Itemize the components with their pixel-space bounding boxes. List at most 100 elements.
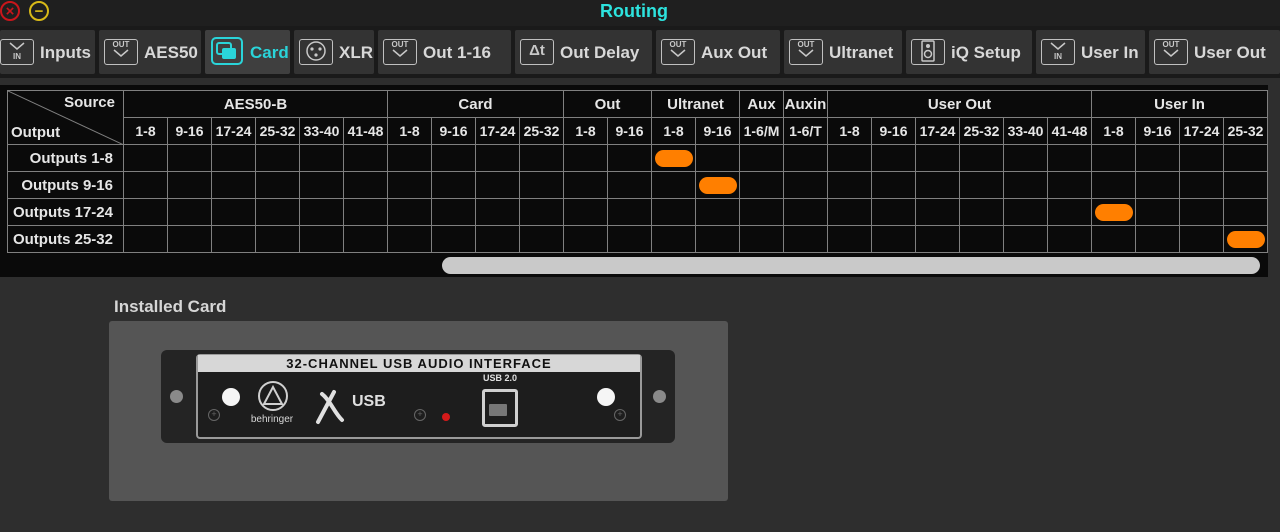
horizontal-scrollbar[interactable]	[442, 257, 1260, 274]
routing-cell[interactable]	[299, 171, 344, 199]
routing-cell[interactable]	[1047, 144, 1092, 172]
routing-cell[interactable]	[1091, 171, 1136, 199]
routing-cell[interactable]	[431, 198, 476, 226]
tab-aux-out[interactable]: OUT Aux Out	[656, 30, 780, 74]
routing-cell[interactable]	[1047, 171, 1092, 199]
routing-cell[interactable]	[255, 225, 300, 253]
routing-cell[interactable]	[431, 225, 476, 253]
routing-cell[interactable]	[123, 225, 168, 253]
routing-cell[interactable]	[959, 225, 1004, 253]
routing-cell[interactable]	[739, 225, 784, 253]
routing-cell[interactable]	[123, 144, 168, 172]
routing-cell[interactable]	[871, 198, 916, 226]
tab-iq-setup[interactable]: iQ Setup	[906, 30, 1032, 74]
routing-cell[interactable]	[563, 225, 608, 253]
routing-cell[interactable]	[299, 225, 344, 253]
routing-cell[interactable]	[607, 198, 652, 226]
routing-cell[interactable]	[343, 144, 388, 172]
routing-cell[interactable]	[959, 171, 1004, 199]
routing-cell[interactable]	[871, 144, 916, 172]
tab-user-in[interactable]: IN User In	[1036, 30, 1145, 74]
routing-cell[interactable]	[651, 171, 696, 199]
routing-cell[interactable]	[607, 171, 652, 199]
routing-cell[interactable]	[827, 225, 872, 253]
routing-cell[interactable]	[1223, 171, 1268, 199]
routing-cell[interactable]	[1091, 144, 1136, 172]
routing-cell[interactable]	[827, 198, 872, 226]
tab-aes50[interactable]: OUT AES50	[99, 30, 201, 74]
routing-cell[interactable]	[519, 171, 564, 199]
routing-cell[interactable]	[343, 198, 388, 226]
routing-cell[interactable]	[211, 144, 256, 172]
tab-ultranet[interactable]: OUT Ultranet	[784, 30, 902, 74]
routing-cell[interactable]	[1003, 198, 1048, 226]
routing-cell[interactable]	[915, 198, 960, 226]
tab-out-1-16[interactable]: OUT Out 1-16	[378, 30, 511, 74]
routing-cell[interactable]	[299, 144, 344, 172]
routing-cell[interactable]	[695, 144, 740, 172]
routing-cell[interactable]	[1003, 225, 1048, 253]
routing-cell[interactable]	[1179, 225, 1224, 253]
routing-cell[interactable]	[739, 171, 784, 199]
routing-cell[interactable]	[475, 171, 520, 199]
routing-cell[interactable]	[871, 171, 916, 199]
tab-card[interactable]: Card	[205, 30, 290, 74]
routing-cell[interactable]	[343, 171, 388, 199]
routing-cell[interactable]	[387, 198, 432, 226]
routing-cell[interactable]	[211, 225, 256, 253]
routing-cell[interactable]	[1223, 198, 1268, 226]
routing-cell[interactable]	[1179, 171, 1224, 199]
routing-cell[interactable]	[651, 225, 696, 253]
routing-cell[interactable]	[915, 171, 960, 199]
routing-cell[interactable]	[915, 144, 960, 172]
routing-cell[interactable]	[607, 225, 652, 253]
routing-cell[interactable]	[651, 198, 696, 226]
routing-cell[interactable]	[695, 198, 740, 226]
routing-cell[interactable]	[343, 225, 388, 253]
routing-cell[interactable]	[827, 171, 872, 199]
routing-cell[interactable]	[211, 171, 256, 199]
routing-cell[interactable]	[1003, 144, 1048, 172]
routing-cell[interactable]	[387, 225, 432, 253]
routing-cell[interactable]	[1223, 144, 1268, 172]
routing-cell[interactable]	[167, 144, 212, 172]
tab-user-out[interactable]: OUT User Out	[1149, 30, 1280, 74]
routing-cell[interactable]	[475, 225, 520, 253]
routing-cell[interactable]	[123, 171, 168, 199]
routing-cell[interactable]	[827, 144, 872, 172]
routing-cell[interactable]	[871, 225, 916, 253]
routing-cell[interactable]	[167, 225, 212, 253]
routing-cell[interactable]	[299, 198, 344, 226]
routing-cell[interactable]	[563, 144, 608, 172]
routing-cell[interactable]	[519, 144, 564, 172]
routing-cell[interactable]	[563, 198, 608, 226]
routing-cell[interactable]	[959, 144, 1004, 172]
routing-cell[interactable]	[387, 171, 432, 199]
routing-cell[interactable]	[1135, 225, 1180, 253]
routing-cell[interactable]	[211, 198, 256, 226]
routing-cell[interactable]	[739, 198, 784, 226]
routing-cell[interactable]	[1135, 144, 1180, 172]
routing-cell[interactable]	[783, 144, 828, 172]
active-route-indicator[interactable]	[655, 150, 693, 167]
routing-cell[interactable]	[695, 225, 740, 253]
routing-cell[interactable]	[783, 198, 828, 226]
tab-inputs[interactable]: IN Inputs	[0, 30, 95, 74]
routing-cell[interactable]	[167, 198, 212, 226]
routing-cell[interactable]	[519, 198, 564, 226]
routing-cell[interactable]	[563, 171, 608, 199]
active-route-indicator[interactable]	[699, 177, 737, 194]
routing-cell[interactable]	[1179, 198, 1224, 226]
routing-cell[interactable]	[387, 144, 432, 172]
routing-cell[interactable]	[1179, 144, 1224, 172]
routing-cell[interactable]	[255, 171, 300, 199]
routing-cell[interactable]	[1091, 225, 1136, 253]
tab-out-delay[interactable]: Δt Out Delay	[515, 30, 652, 74]
routing-cell[interactable]	[1003, 171, 1048, 199]
routing-cell[interactable]	[783, 171, 828, 199]
tab-xlr[interactable]: XLR	[294, 30, 374, 74]
routing-cell[interactable]	[1047, 198, 1092, 226]
routing-cell[interactable]	[475, 198, 520, 226]
routing-cell[interactable]	[783, 225, 828, 253]
routing-cell[interactable]	[607, 144, 652, 172]
